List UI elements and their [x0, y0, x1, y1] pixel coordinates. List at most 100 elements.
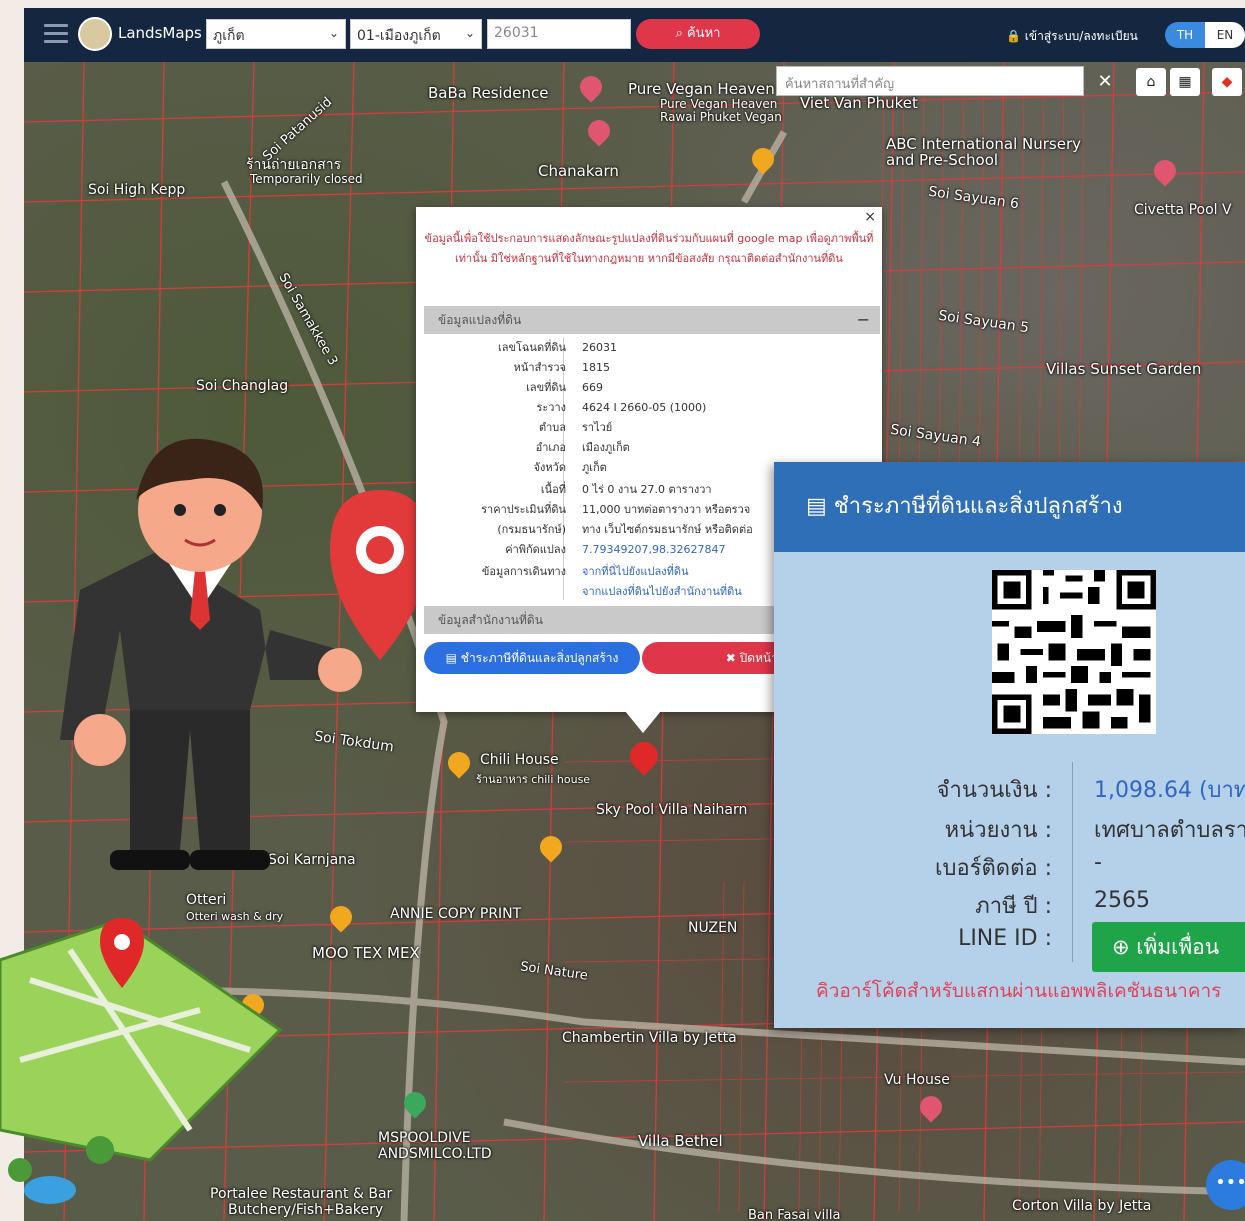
- map-label: Pure Vegan Heaven: [628, 80, 775, 98]
- parcel-row-key: ราคาประเมินที่ดิน: [481, 503, 566, 516]
- section-title: ข้อมูลสำนักงานที่ดิน: [438, 613, 543, 627]
- map-label: Sky Pool Villa Naiharn: [596, 802, 748, 818]
- parcel-row-value: เมืองภูเก็ต: [582, 441, 630, 454]
- tax-row-key: หน่วยงาน :: [944, 818, 1052, 843]
- parcel-row-key: เลขโฉนดที่ดิน: [498, 341, 566, 354]
- add-friend-label: เพิ่มเพื่อน: [1136, 935, 1220, 959]
- parcel-row: ระวาง 4624 I 2660-05 (1000): [424, 398, 880, 418]
- lang-en-button[interactable]: EN: [1205, 22, 1245, 48]
- receipt-icon: ▤: [445, 651, 457, 665]
- map-label: ANNIE COPY PRINT: [390, 906, 522, 922]
- map-illustration: [0, 918, 283, 1204]
- map-label: ร้านอาหาร chili house: [476, 773, 591, 786]
- parcel-row-key: ระวาง: [536, 401, 566, 414]
- close-icon: ✖: [725, 651, 736, 665]
- map-label: Chambertin Villa by Jetta: [562, 1030, 737, 1046]
- lang-th-button[interactable]: TH: [1165, 22, 1205, 48]
- tax-row-key: LINE ID :: [958, 926, 1052, 951]
- login-label: เข้าสู่ระบบ/ลงทะเบียน: [1024, 29, 1138, 43]
- map-label: Viet Van Phuket: [800, 94, 918, 112]
- province-select[interactable]: ภูเก็ต ⌄: [206, 19, 346, 49]
- map-label: Chanakarn: [538, 162, 619, 180]
- parcel-row-key: หน้าสำรวจ: [513, 361, 566, 374]
- grid-icon[interactable]: ▦: [1170, 68, 1200, 96]
- layers-icon[interactable]: ◆: [1212, 68, 1242, 96]
- map-label: MOO TEX MEX: [312, 944, 420, 962]
- map-label: BaBa Residence: [428, 84, 549, 102]
- qr-note: คิวอาร์โค้ดสำหรับแสกนผ่านแอพพลิเคชันธนาค…: [816, 980, 1222, 1002]
- tax-year: 2565: [1094, 888, 1150, 913]
- district-value: 01-เมืองภูเก็ต: [357, 28, 441, 44]
- line-add-friend-button[interactable]: ⊕ เพิ่มเพื่อน: [1092, 922, 1245, 972]
- chevron-down-icon: ⌄: [464, 26, 475, 40]
- place-search-placeholder: ค้นหาสถานที่สำคัญ: [785, 77, 895, 92]
- collapse-icon[interactable]: −: [857, 306, 870, 334]
- parcel-row-value: 26031: [582, 341, 617, 354]
- parcel-row-value: 669: [582, 381, 603, 394]
- map-label: Temporarily closed: [250, 172, 363, 186]
- tax-card-title: ชำระภาษีที่ดินและสิ่งปลูกสร้าง: [833, 494, 1123, 519]
- parcel-row: อำเภอ เมืองภูเก็ต: [424, 438, 880, 458]
- section-title: ข้อมูลแปลงที่ดิน: [438, 313, 522, 327]
- map-label: Vu House: [884, 1072, 950, 1088]
- map-label: Villa Bethel: [638, 1132, 723, 1150]
- map-label: Soi High Kepp: [88, 182, 186, 198]
- close-icon[interactable]: ×: [864, 209, 876, 225]
- ellipsis-icon: •••: [1215, 1172, 1245, 1193]
- pay-tax-label: ชำระภาษีที่ดินและสิ่งปลูกสร้าง: [460, 651, 619, 665]
- parcel-row: เลขที่ดิน 669: [424, 378, 880, 398]
- landsmaps-logo: [78, 17, 112, 51]
- tax-row-key: ภาษี ปี :: [975, 894, 1052, 919]
- clear-search-icon[interactable]: ✕: [1090, 68, 1120, 96]
- payment-qr-code[interactable]: [992, 570, 1156, 734]
- menu-icon[interactable]: [44, 24, 68, 44]
- map-label: Chili House: [480, 752, 559, 768]
- parcel-row-value: 1815: [582, 361, 610, 374]
- parcel-row: ตำบล ราไวย์: [424, 418, 880, 438]
- section-header-parcel[interactable]: ข้อมูลแปลงที่ดิน −: [424, 306, 880, 334]
- lock-icon: 🔒: [1006, 29, 1021, 43]
- popup-pointer: [625, 711, 661, 733]
- disclaimer-notice: ข้อมูลนี้เพื่อใช้ประกอบการแสดงลักษณะรูปแ…: [424, 232, 874, 265]
- parcel-row-key: (กรมธนารักษ์): [497, 523, 566, 536]
- parcel-row-key: อำเภอ: [535, 441, 566, 454]
- parcel-row-key: ข้อมูลการเดินทาง: [481, 565, 566, 578]
- businessman-illustration: [60, 438, 430, 870]
- province-value: ภูเก็ต: [213, 28, 245, 44]
- tax-agency: เทศบาลตำบลราไวย์: [1094, 818, 1245, 843]
- parcel-row-key: จังหวัด: [533, 461, 566, 474]
- map-label: Pure Vegan Heaven Rawai Phuket Vegan: [660, 97, 782, 124]
- parcel-row-value: ราไวย์: [582, 421, 613, 434]
- district-select[interactable]: 01-เมืองภูเก็ต ⌄: [350, 19, 482, 49]
- parcel-row: หน้าสำรวจ 1815: [424, 358, 880, 378]
- plus-circle-icon: ⊕: [1112, 935, 1130, 959]
- map-label: Soi Changlag: [196, 378, 289, 394]
- tax-payment-card: ▤ ชำระภาษีที่ดินและสิ่งปลูกสร้าง จำนวนเง…: [774, 462, 1245, 1028]
- map-label: Villas Sunset Garden: [1046, 360, 1202, 378]
- chevron-down-icon: ⌄: [328, 26, 339, 40]
- brand-name: LandsMaps: [118, 24, 202, 42]
- tax-row-key: เบอร์ติดต่อ :: [935, 856, 1052, 881]
- map-label: Ban Fasai villa: [748, 1208, 841, 1221]
- parcel-row-key: เลขที่ดิน: [526, 381, 566, 394]
- parcel-row: เลขโฉนดที่ดิน 26031: [424, 338, 880, 358]
- search-button[interactable]: ⌕ ค้นหา: [636, 19, 760, 49]
- home-icon[interactable]: ⌂: [1136, 68, 1166, 96]
- tax-amount: 1,098.64 (บาท): [1094, 778, 1245, 803]
- tax-card-header: ▤ ชำระภาษีที่ดินและสิ่งปลูกสร้าง: [774, 462, 1245, 552]
- receipt-icon: ▤: [806, 494, 827, 519]
- tax-phone: -: [1094, 850, 1102, 875]
- map-label: Civetta Pool V: [1134, 202, 1232, 218]
- login-link[interactable]: 🔒 เข้าสู่ระบบ/ลงทะเบียน: [1006, 27, 1138, 46]
- pay-tax-button[interactable]: ▤ ชำระภาษีที่ดินและสิ่งปลูกสร้าง: [424, 642, 640, 674]
- parcel-number-value: 26031: [494, 25, 539, 41]
- parcel-row-key: ค่าพิกัดแปลง: [505, 543, 566, 556]
- map-label: NUZEN: [688, 920, 738, 936]
- map-label: Corton Villa by Jetta: [1012, 1198, 1152, 1214]
- parcel-number-input[interactable]: 26031: [487, 19, 631, 49]
- search-label: ค้นหา: [686, 26, 721, 41]
- place-search-input[interactable]: ค้นหาสถานที่สำคัญ: [776, 66, 1084, 96]
- parcel-row-key: เนื้อที่: [540, 483, 566, 496]
- search-icon: ⌕: [675, 26, 683, 41]
- parcel-row-key: ตำบล: [538, 421, 566, 434]
